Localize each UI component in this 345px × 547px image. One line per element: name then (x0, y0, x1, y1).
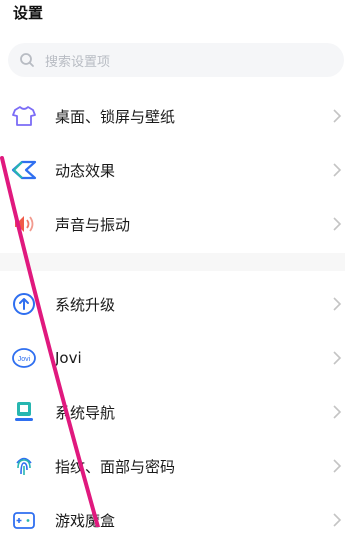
chevron-right-icon (333, 351, 342, 365)
game-box-icon (11, 507, 37, 533)
chevron-right-icon (333, 405, 342, 419)
settings-item-label: 桌面、锁屏与壁纸 (55, 107, 176, 126)
search-icon (20, 53, 34, 67)
chevron-right-icon (333, 297, 342, 311)
settings-item-label: 动态效果 (55, 161, 116, 180)
diamond-icon (11, 157, 37, 183)
jovi-icon: Jovi (11, 345, 37, 371)
settings-item-label: 指纹、面部与密码 (55, 457, 176, 476)
settings-item-label: 系统升级 (55, 295, 116, 314)
settings-item-label: Jovi (55, 349, 82, 367)
settings-item-label: 游戏魔盒 (55, 511, 116, 530)
search-input[interactable]: 搜索设置项 (8, 43, 344, 77)
chevron-right-icon (333, 459, 342, 473)
speaker-icon (11, 211, 37, 237)
settings-item-game-box[interactable]: 游戏魔盒 (0, 493, 345, 547)
fingerprint-icon (11, 453, 37, 479)
chevron-right-icon (333, 109, 342, 123)
settings-item-label: 声音与振动 (55, 215, 131, 234)
navigation-icon (11, 399, 37, 425)
settings-item-system-upgrade[interactable]: 系统升级 (0, 277, 345, 331)
settings-item-label: 系统导航 (55, 403, 116, 422)
group-divider (0, 253, 345, 271)
settings-item-jovi[interactable]: Jovi Jovi (0, 331, 345, 385)
page-title: 设置 (13, 4, 44, 22)
settings-item-sound[interactable]: 声音与振动 (0, 197, 345, 251)
settings-item-navigation[interactable]: 系统导航 (0, 385, 345, 439)
settings-item-fingerprint[interactable]: 指纹、面部与密码 (0, 439, 345, 493)
settings-item-animation[interactable]: 动态效果 (0, 143, 345, 197)
settings-item-wallpaper[interactable]: 桌面、锁屏与壁纸 (0, 89, 345, 143)
svg-text:Jovi: Jovi (18, 356, 31, 363)
search-placeholder: 搜索设置项 (45, 54, 111, 70)
chevron-right-icon (333, 163, 342, 177)
upgrade-arrow-icon (11, 291, 37, 317)
chevron-right-icon (333, 513, 342, 527)
tshirt-icon (11, 103, 37, 129)
chevron-right-icon (333, 217, 342, 231)
